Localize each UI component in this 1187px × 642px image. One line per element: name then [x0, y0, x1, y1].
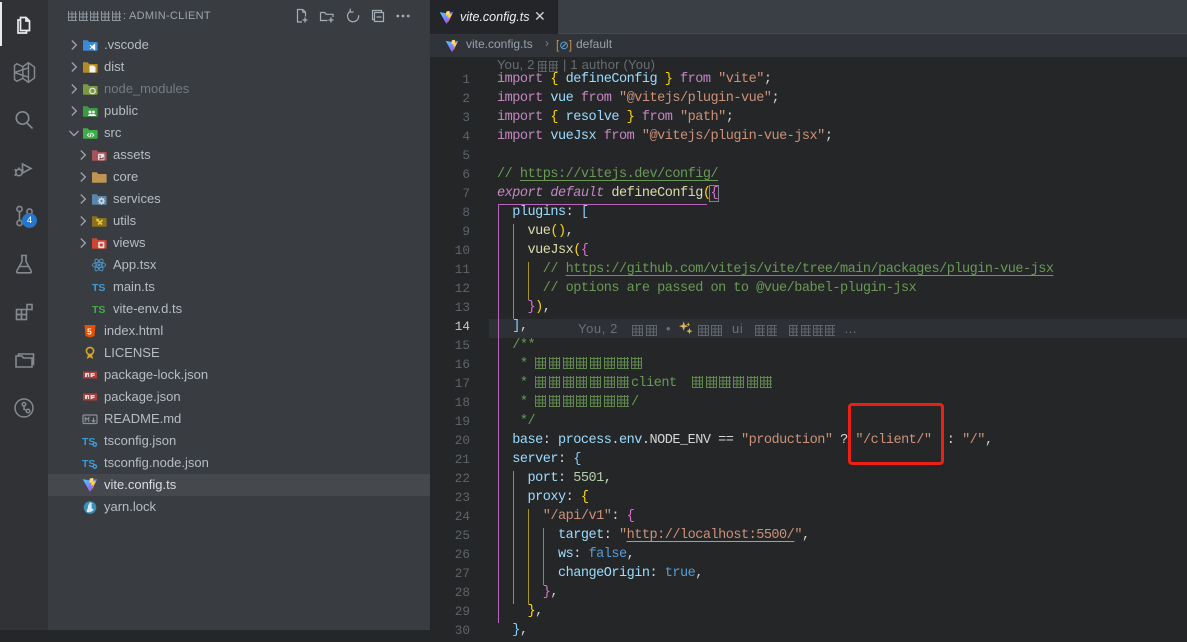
svg-text:TS: TS: [92, 304, 105, 316]
svg-text:TS: TS: [92, 282, 105, 294]
svg-text:5: 5: [87, 327, 92, 337]
